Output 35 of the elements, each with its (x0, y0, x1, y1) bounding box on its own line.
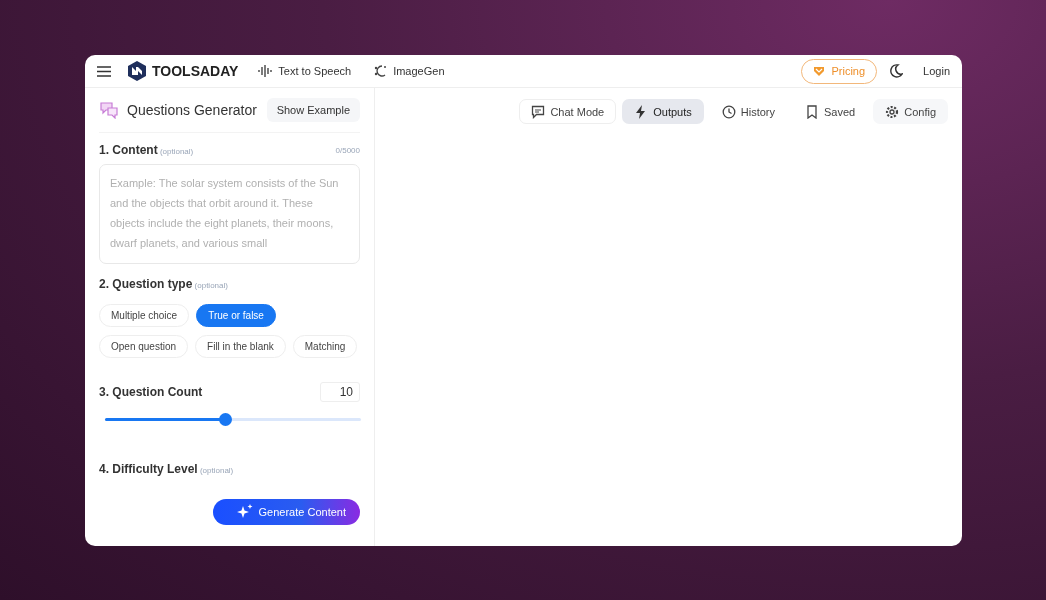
output-tab[interactable]: Outputs (622, 99, 704, 124)
slider-thumb[interactable] (219, 413, 233, 426)
show-example-button[interactable]: Show Example (266, 98, 360, 122)
sparkle-icon (373, 64, 388, 78)
character-counter: 0/5000 (335, 145, 360, 155)
sound-wave-icon (258, 64, 273, 78)
question-type-option[interactable]: Multiple choice (99, 304, 190, 327)
question-type-option[interactable]: Open question (99, 335, 189, 358)
settings-icon (885, 104, 900, 119)
question-count-field[interactable]: 10 (320, 382, 360, 402)
question-count-slider[interactable] (105, 413, 361, 426)
bookmark-icon (805, 104, 819, 119)
brand-name: TOOLSADAY (152, 63, 239, 79)
section-label: 3. Question Count (99, 385, 203, 399)
tool-title: Questions Generator (127, 102, 257, 118)
question-type-option[interactable]: True or false (196, 304, 276, 327)
nav-link[interactable]: Text to Speech (258, 64, 352, 78)
content-field[interactable]: Example: The solar system consists of the Sun and the objects that orbit around it. These objects include the eight planets, their moons, dwarf planets, and various small (99, 164, 360, 264)
generate-content-button[interactable]: Generate Content (212, 499, 360, 525)
section-label: 1. Content (optional) (99, 143, 194, 157)
chat-bubbles-icon (99, 101, 119, 119)
moon-icon[interactable] (889, 64, 904, 78)
question-type-option[interactable]: Matching (292, 335, 358, 358)
nav-link[interactable]: ImageGen (373, 64, 445, 78)
question-type-option[interactable]: Fill in the blank (195, 335, 286, 358)
output-tab[interactable]: Chat Mode (519, 99, 617, 124)
sparkle-icon (236, 504, 253, 520)
output-tab[interactable]: Config (873, 99, 948, 124)
logo-icon (127, 61, 147, 81)
login-button[interactable]: Login (923, 65, 950, 77)
section-label: 4. Difficulty Level (optional) (99, 462, 234, 476)
menu-icon[interactable] (97, 65, 111, 77)
chat-icon (531, 104, 546, 119)
section-label: 2. Question type (optional) (99, 277, 228, 291)
clock-icon (721, 104, 736, 119)
